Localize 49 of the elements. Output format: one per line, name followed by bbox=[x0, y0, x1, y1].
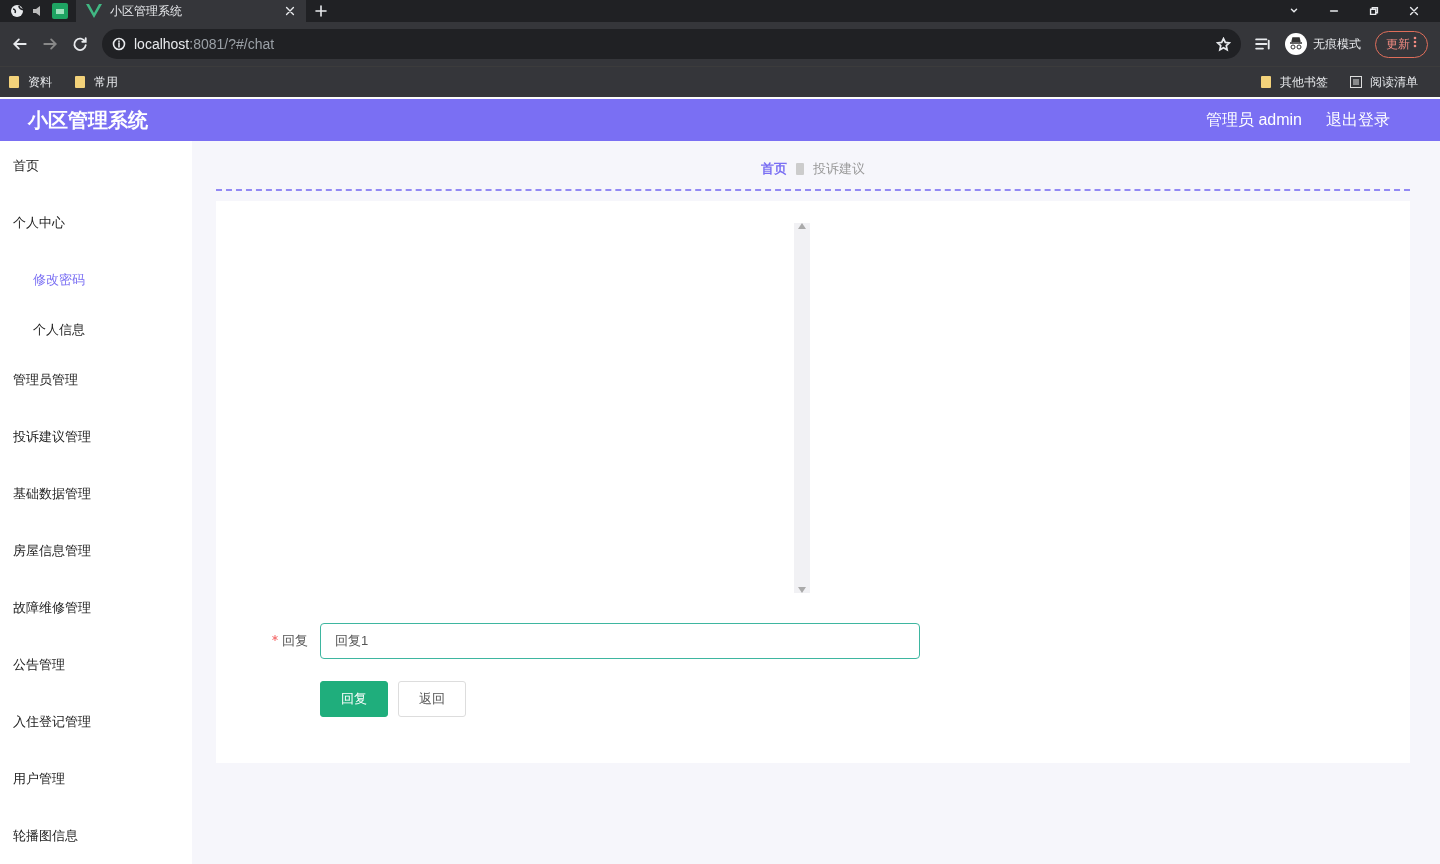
sidebar-item[interactable]: 房屋信息管理 bbox=[0, 536, 192, 593]
reload-icon[interactable] bbox=[72, 36, 88, 52]
breadcrumb-link[interactable]: 首页 bbox=[761, 160, 787, 178]
close-tab-icon[interactable] bbox=[284, 5, 296, 17]
list-icon bbox=[1350, 76, 1362, 88]
reply-field[interactable]: 回复1 bbox=[320, 623, 920, 659]
globe-icon[interactable] bbox=[10, 4, 24, 18]
logout-link[interactable]: 退出登录 bbox=[1326, 109, 1390, 131]
profile-label: 无痕模式 bbox=[1312, 35, 1361, 53]
sidebar-item[interactable]: 公告管理 bbox=[0, 650, 192, 707]
bookmark[interactable]: 阅读清单 bbox=[1370, 73, 1418, 91]
new-tab-icon[interactable] bbox=[314, 4, 328, 18]
address-bar[interactable]: localhost:8081/?#/chat bbox=[102, 29, 1241, 59]
sidebar-item[interactable]: 入住登记管理 bbox=[0, 707, 192, 764]
sidebar-item[interactable]: 首页 bbox=[0, 151, 192, 208]
sidebar-item[interactable]: 修改密码 bbox=[0, 265, 192, 315]
bookmark[interactable]: 常用 bbox=[94, 73, 118, 91]
back-icon[interactable] bbox=[12, 36, 28, 52]
restore-icon[interactable] bbox=[1368, 5, 1380, 17]
sidebar-item[interactable]: 投诉建议管理 bbox=[0, 422, 192, 479]
folder-icon bbox=[8, 75, 20, 89]
reading-list-icon[interactable] bbox=[1254, 36, 1271, 52]
app-title: 小区管理系统 bbox=[28, 107, 148, 133]
field-label: 回复 bbox=[258, 632, 308, 650]
sidebar-item[interactable]: 个人信息 bbox=[0, 315, 192, 365]
info-icon[interactable] bbox=[112, 37, 126, 51]
sidebar-item[interactable]: 个人中心 bbox=[0, 208, 192, 265]
bookmark[interactable]: 其他书签 bbox=[1280, 73, 1328, 91]
breadcrumb-item: 投诉建议 bbox=[813, 160, 865, 178]
sidebar-item[interactable]: 故障维修管理 bbox=[0, 593, 192, 650]
sidebar-item[interactable]: 基础数据管理 bbox=[0, 479, 192, 536]
sheet-icon[interactable] bbox=[52, 3, 68, 19]
bookmark[interactable]: 资料 bbox=[28, 73, 52, 91]
folder-icon bbox=[1260, 75, 1272, 89]
star-icon[interactable] bbox=[1215, 36, 1231, 52]
user-label: 管理员 admin bbox=[1205, 109, 1302, 130]
browser-tab[interactable]: 小区管理系统 bbox=[76, 0, 306, 22]
close-icon[interactable] bbox=[1408, 5, 1420, 17]
back-button[interactable]: 返回 bbox=[398, 681, 466, 717]
sidebar-item[interactable]: 轮播图信息 bbox=[0, 821, 192, 864]
required-icon bbox=[272, 635, 278, 641]
vue-logo-icon bbox=[86, 4, 102, 18]
more-icon bbox=[1413, 35, 1417, 48]
incognito-icon bbox=[1284, 33, 1307, 55]
forward-icon[interactable] bbox=[42, 36, 58, 52]
sidebar-item[interactable]: 用户管理 bbox=[0, 764, 192, 821]
separator-icon bbox=[795, 162, 805, 176]
folder-icon bbox=[74, 75, 86, 89]
sidebar-item[interactable]: 管理员管理 bbox=[0, 365, 192, 422]
